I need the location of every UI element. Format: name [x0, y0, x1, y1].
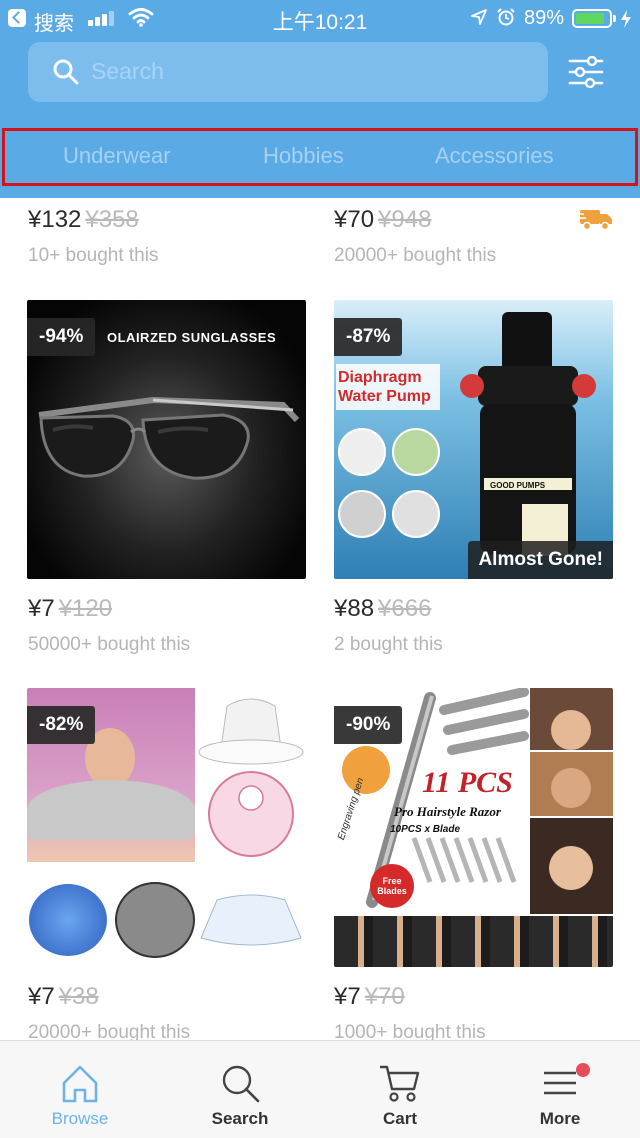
product-price-row: ¥7 ¥120	[28, 595, 112, 623]
tab-search[interactable]: Search	[160, 1041, 320, 1138]
tab-browse[interactable]: Browse	[0, 1041, 160, 1138]
search-input[interactable]: Search	[28, 42, 548, 102]
battery-percentage: 89%	[524, 7, 565, 29]
product-price: ¥7	[28, 595, 55, 622]
razor-free-blades: Free Blades	[377, 876, 407, 896]
product-price-row: ¥88 ¥666	[334, 595, 431, 623]
tab-more[interactable]: More	[480, 1041, 640, 1138]
product-original-price: ¥948	[378, 206, 432, 233]
cart-icon	[380, 1065, 420, 1102]
tab-hobbies[interactable]: Hobbies	[263, 143, 344, 169]
pump-brand-label: GOOD PUMPS	[490, 481, 546, 490]
gray-cape-thumbnail	[115, 882, 195, 958]
bottom-tab-bar: Browse Search Cart More	[0, 1040, 640, 1138]
product-price-row: ¥7 ¥38	[28, 983, 99, 1011]
product-image-water-pump[interactable]: Diaphragm Water Pump GOOD PUMPS -87% Alm…	[334, 300, 613, 579]
sunglasses-illustration	[38, 396, 300, 480]
product-image-caption: OLAIRZED SUNGLASSES	[107, 330, 277, 345]
blue-cape-thumbnail	[29, 884, 107, 956]
product-image-hair-cape[interactable]: -82%	[27, 688, 306, 967]
home-icon	[62, 1065, 98, 1103]
discount-badge: -82%	[27, 706, 96, 744]
product-price: ¥132	[28, 206, 82, 233]
product-image-hairstyle-razor[interactable]: 11 PCS Pro Hairstyle Razor 10PCS x Blade…	[334, 688, 613, 967]
razor-title: 11 PCS	[422, 766, 513, 799]
product-sales-count: 10+ bought this	[28, 245, 159, 266]
razor-blade-note: 10PCS x Blade	[390, 824, 461, 835]
product-sales-count: 20000+ bought this	[28, 1022, 191, 1040]
header: Search Underwear Hobbies Accessories	[0, 36, 640, 198]
product-original-price: ¥358	[85, 206, 139, 233]
category-tab-bar: Underwear Hobbies Accessories	[2, 128, 638, 186]
search-placeholder: Search	[91, 58, 164, 84]
product-price: ¥88	[334, 595, 375, 622]
tab-browse-label: Browse	[51, 1109, 109, 1128]
product-price: ¥7	[28, 983, 55, 1010]
pink-cape-illustration	[208, 771, 294, 857]
stock-warning-badge: Almost Gone!	[468, 541, 613, 579]
status-bar: 搜索 上午10:21 89%	[0, 0, 640, 36]
notification-dot	[576, 1063, 590, 1077]
feature-thumbnail	[392, 428, 440, 476]
product-price-row: ¥70 ¥948	[334, 206, 431, 234]
product-image-title: Diaphragm Water Pump	[338, 369, 431, 405]
discount-badge: -87%	[334, 318, 403, 356]
product-price-row: ¥132 ¥358	[28, 206, 139, 234]
cape-hat-illustration	[198, 698, 304, 765]
product-price-row: ¥7 ¥70	[334, 983, 405, 1011]
location-arrow-icon	[471, 9, 487, 25]
clear-cape-illustration	[200, 894, 302, 946]
charging-bolt-icon	[621, 10, 631, 28]
product-price: ¥7	[334, 983, 361, 1010]
search-icon	[222, 1065, 260, 1103]
battery-tip	[613, 15, 616, 22]
product-original-price: ¥38	[58, 983, 99, 1010]
discount-badge: -94%	[27, 318, 96, 356]
product-price: ¥70	[334, 206, 375, 233]
hairstyle-faces-strip	[334, 916, 613, 967]
product-sales-count: 20000+ bought this	[334, 245, 497, 266]
product-sales-count: 50000+ bought this	[28, 634, 191, 655]
feature-thumbnail	[392, 490, 440, 538]
search-icon	[53, 59, 79, 85]
tab-more-label: More	[539, 1109, 581, 1128]
razor-subtitle: Pro Hairstyle Razor	[394, 804, 501, 819]
tab-underwear[interactable]: Underwear	[63, 143, 171, 169]
cape-shape	[27, 780, 195, 840]
battery-icon	[572, 9, 612, 28]
product-original-price: ¥666	[378, 595, 432, 622]
alarm-clock-icon	[497, 8, 515, 26]
discount-badge: -90%	[334, 706, 403, 744]
tab-accessories[interactable]: Accessories	[435, 143, 554, 169]
product-original-price: ¥70	[364, 983, 405, 1010]
pump-illustration	[460, 312, 596, 556]
tab-cart[interactable]: Cart	[320, 1041, 480, 1138]
feature-thumbnail	[338, 490, 386, 538]
product-sales-count: 2 bought this	[334, 634, 443, 655]
product-grid[interactable]: ¥132 ¥358 10+ bought this ¥70 ¥948 20000+ …	[0, 198, 640, 1040]
fast-shipping-truck-icon	[578, 210, 612, 231]
feature-thumbnail	[338, 428, 386, 476]
tab-search-label: Search	[211, 1109, 269, 1128]
filter-sliders-icon[interactable]	[568, 56, 604, 88]
product-sales-count: 1000+ bought this	[334, 1022, 486, 1040]
tab-cart-label: Cart	[382, 1109, 417, 1128]
product-image-sunglasses[interactable]: OLAIRZED SUNGLASSES -94%	[27, 300, 306, 579]
product-original-price: ¥120	[58, 595, 113, 622]
